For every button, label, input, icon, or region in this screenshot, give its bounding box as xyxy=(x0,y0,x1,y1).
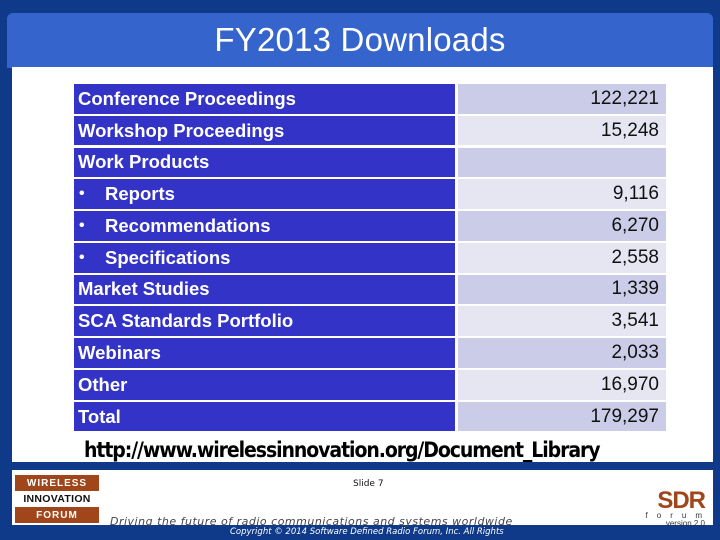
row-label-cell: Market Studies xyxy=(74,274,455,305)
row-label-cell: Total xyxy=(74,401,455,432)
table-row: Market Studies 1,339 xyxy=(74,274,666,305)
row-label-cell: • Recommendations xyxy=(74,211,455,241)
table-row: Work Products xyxy=(74,147,666,178)
logo-line-wireless: WIRELESS xyxy=(15,475,99,491)
sdr-logo-version: version 2.0 xyxy=(665,519,705,528)
row-label: Reports xyxy=(105,183,175,205)
slide-footer: WIRELESS INNOVATION FORUM Slide 7 Drivin… xyxy=(12,470,713,528)
row-label-cell: SCA Standards Portfolio xyxy=(74,306,455,337)
row-value: 15,248 xyxy=(458,115,666,146)
row-label: Market Studies xyxy=(78,278,210,300)
row-label: Total xyxy=(78,405,121,427)
wireless-innovation-forum-logo: WIRELESS INNOVATION FORUM xyxy=(15,475,99,525)
document-library-link[interactable]: http://www.wirelessinnovation.org/Docume… xyxy=(84,438,601,462)
row-label-cell: Other xyxy=(74,370,455,400)
table-row: Conference Proceedings 122,221 xyxy=(74,84,666,114)
logo-line-innovation: INNOVATION xyxy=(15,491,99,507)
table-row: Other 16,970 xyxy=(74,370,666,400)
row-value: 2,558 xyxy=(458,242,666,273)
row-label-cell: Workshop Proceedings xyxy=(74,115,455,146)
row-value: 16,970 xyxy=(458,370,666,400)
bullet-icon: • xyxy=(79,248,85,266)
copyright-notice: Copyright © 2014 Software Defined Radio … xyxy=(230,527,504,537)
row-label: Conference Proceedings xyxy=(78,87,296,109)
row-label-cell: • Specifications xyxy=(74,242,455,273)
row-value xyxy=(458,147,666,178)
row-label-cell: • Reports xyxy=(74,179,455,209)
row-label-cell: Conference Proceedings xyxy=(74,84,455,114)
row-value: 6,270 xyxy=(458,211,666,241)
logo-line-forum: FORUM xyxy=(15,507,99,523)
slide-number: Slide 7 xyxy=(353,479,384,489)
row-label: Webinars xyxy=(78,342,161,364)
sdr-forum-logo: SDR forum version 2.0 xyxy=(635,487,706,528)
row-label: Other xyxy=(78,373,128,395)
table-row: • Recommendations 6,270 xyxy=(74,211,666,241)
row-label-cell: Webinars xyxy=(74,338,455,368)
bullet-icon: • xyxy=(79,216,85,234)
row-value: 179,297 xyxy=(458,401,666,432)
row-label-cell: Work Products xyxy=(74,147,455,178)
downloads-table: Conference Proceedings 122,221 Workshop Pr… xyxy=(74,84,666,434)
row-label: Workshop Proceedings xyxy=(78,119,285,141)
row-label: Recommendations xyxy=(105,214,271,236)
row-label: Work Products xyxy=(78,151,210,173)
row-value: 3,541 xyxy=(458,306,666,337)
row-label: Specifications xyxy=(105,246,231,268)
table-row: • Specifications 2,558 xyxy=(74,242,666,273)
row-value: 122,221 xyxy=(458,84,666,114)
row-value: 2,033 xyxy=(458,338,666,368)
table-row: SCA Standards Portfolio 3,541 xyxy=(74,306,666,337)
table-row: • Reports 9,116 xyxy=(74,179,666,209)
row-value: 9,116 xyxy=(458,179,666,209)
row-label: SCA Standards Portfolio xyxy=(78,310,294,332)
title-bar: FY2013 Downloads xyxy=(7,13,713,68)
table-row: Webinars 2,033 xyxy=(74,338,666,368)
row-value: 1,339 xyxy=(458,274,666,305)
table-row: Workshop Proceedings 15,248 xyxy=(74,115,666,146)
slide-title: FY2013 Downloads xyxy=(214,20,506,58)
bullet-icon: • xyxy=(79,185,85,203)
sdr-logo-text: SDR xyxy=(657,487,706,514)
table-row: Total 179,297 xyxy=(74,401,666,432)
